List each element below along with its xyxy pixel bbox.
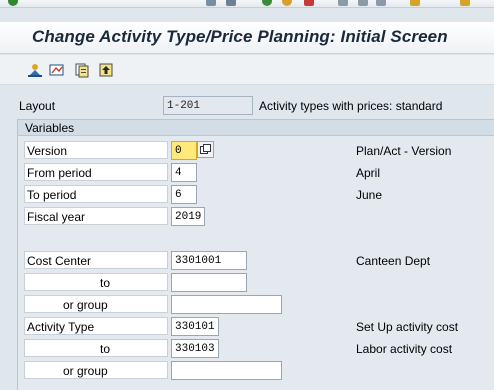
layout-label: Layout bbox=[19, 99, 56, 113]
activity-type-to-label-box bbox=[24, 339, 168, 357]
cost-center-group-field[interactable] bbox=[171, 295, 282, 314]
page-title: Change Activity Type/Price Planning: Ini… bbox=[32, 27, 448, 46]
enter-icon[interactable] bbox=[8, 0, 18, 6]
fiscal-year-label: Fiscal year bbox=[27, 210, 86, 224]
save-icon[interactable] bbox=[206, 0, 216, 6]
first-page-icon[interactable] bbox=[376, 0, 386, 6]
variables-group-header bbox=[18, 120, 494, 136]
cost-center-description: Canteen Dept bbox=[356, 254, 431, 268]
cost-center-to-field[interactable] bbox=[171, 273, 247, 292]
upload-button[interactable] bbox=[97, 61, 115, 79]
from-period-label: From period bbox=[27, 166, 92, 180]
print-icon[interactable] bbox=[304, 0, 314, 6]
activity-type-description: Set Up activity cost bbox=[356, 320, 459, 334]
to-period-label: To period bbox=[27, 188, 77, 202]
activity-type-to-field[interactable] bbox=[171, 339, 219, 358]
form-screen-icon bbox=[49, 64, 64, 76]
activity-type-group-label: or group bbox=[63, 364, 108, 378]
layout-field[interactable] bbox=[163, 96, 253, 115]
layout-description: Activity types with prices: standard bbox=[259, 99, 443, 113]
version-label: Version bbox=[27, 144, 68, 158]
system-toolbar bbox=[0, 0, 494, 8]
cost-center-field[interactable] bbox=[171, 251, 247, 270]
copy-icon bbox=[75, 63, 89, 78]
cost-center-group-label: or group bbox=[63, 298, 108, 312]
activity-type-to-label: to bbox=[100, 342, 111, 356]
overview-screen-icon bbox=[28, 64, 42, 77]
application-toolbar bbox=[0, 55, 494, 85]
to-period-description: June bbox=[356, 188, 383, 202]
next-page-icon[interactable] bbox=[460, 0, 470, 6]
find-next-icon[interactable] bbox=[358, 0, 368, 6]
activity-type-to-description: Labor activity cost bbox=[356, 342, 453, 356]
from-period-description: April bbox=[356, 166, 381, 180]
from-period-field[interactable] bbox=[171, 163, 197, 182]
upload-icon bbox=[99, 63, 113, 77]
activity-type-label: Activity Type bbox=[27, 320, 95, 334]
overview-screen-button[interactable] bbox=[26, 61, 44, 79]
find-icon[interactable] bbox=[338, 0, 348, 6]
cancel-icon[interactable] bbox=[282, 0, 292, 6]
variables-title: Variables bbox=[25, 121, 75, 135]
title-bar: Change Activity Type/Price Planning: Ini… bbox=[0, 22, 494, 54]
to-period-field[interactable] bbox=[171, 185, 197, 204]
version-description: Plan/Act - Version bbox=[356, 144, 452, 158]
version-field[interactable] bbox=[171, 141, 197, 160]
previous-page-icon[interactable] bbox=[410, 0, 420, 6]
cost-center-to-label: to bbox=[100, 276, 111, 290]
exit-icon[interactable] bbox=[262, 0, 272, 6]
form-screen-button[interactable] bbox=[48, 61, 66, 79]
version-search-help-button[interactable] bbox=[197, 141, 214, 158]
back-icon[interactable] bbox=[226, 0, 236, 6]
fiscal-year-field[interactable] bbox=[171, 207, 205, 226]
search-help-icon bbox=[200, 144, 211, 154]
cost-center-label: Cost Center bbox=[27, 254, 92, 268]
copy-button[interactable] bbox=[73, 61, 91, 79]
activity-type-group-field[interactable] bbox=[171, 361, 282, 380]
cost-center-to-label-box bbox=[24, 273, 168, 291]
activity-type-field[interactable] bbox=[171, 317, 219, 336]
